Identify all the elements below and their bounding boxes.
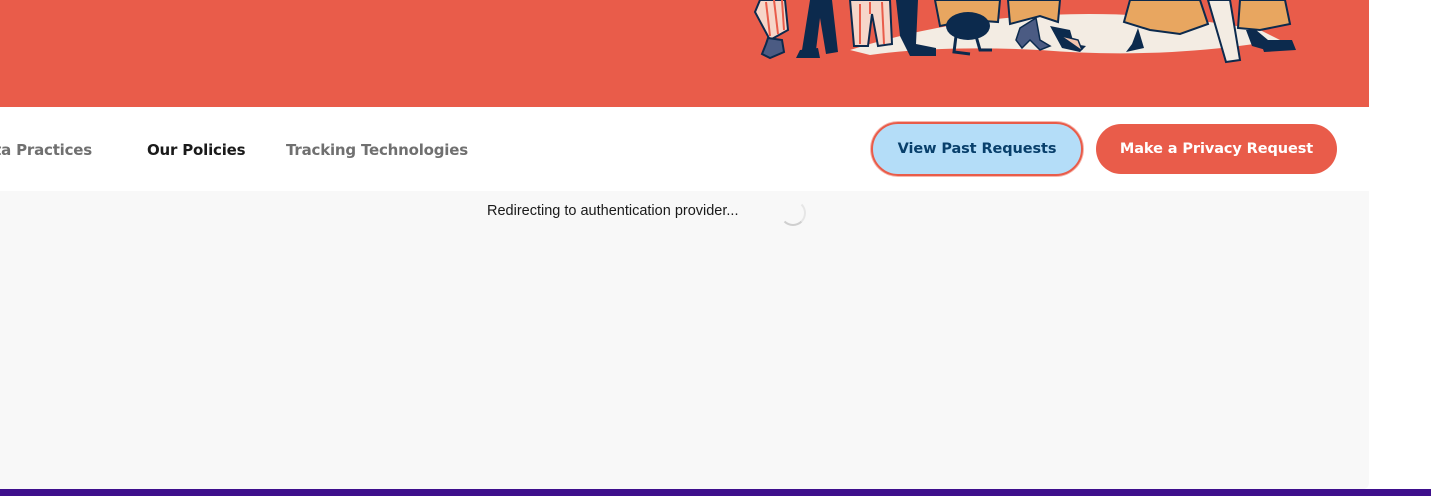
redirect-status-message: Redirecting to authentication provider..… bbox=[487, 203, 739, 219]
make-privacy-request-button[interactable]: Make a Privacy Request bbox=[1096, 124, 1337, 174]
page-background bbox=[1369, 0, 1431, 496]
people-illustration bbox=[753, 0, 1296, 64]
hero-banner bbox=[0, 0, 1369, 107]
nav-link-data-practices[interactable]: Data Practices bbox=[0, 141, 92, 159]
loading-spinner-icon bbox=[780, 200, 806, 226]
footer-bar bbox=[0, 489, 1431, 496]
view-past-requests-button[interactable]: View Past Requests bbox=[871, 122, 1083, 176]
main-content-area: Redirecting to authentication provider..… bbox=[0, 191, 1369, 489]
nav-link-tracking-technologies[interactable]: Tracking Technologies bbox=[286, 141, 468, 159]
nav-link-our-policies[interactable]: Our Policies bbox=[147, 141, 246, 159]
